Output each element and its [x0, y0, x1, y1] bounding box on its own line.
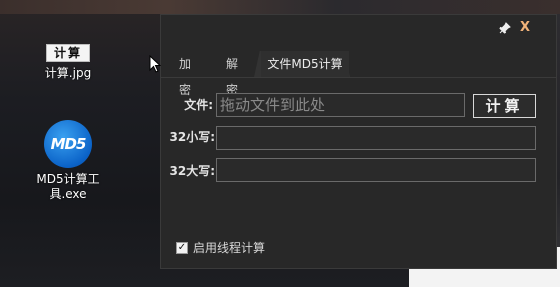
thread-checkbox-label: 启用线程计算 — [193, 241, 266, 255]
pin-icon[interactable] — [498, 22, 512, 36]
desktop-icon-label: 计算.jpg — [44, 66, 92, 80]
file-drop-field[interactable]: 拖动文件到此处 — [216, 93, 465, 117]
uppercase-md5-field[interactable] — [216, 158, 536, 182]
close-button[interactable]: X — [518, 20, 532, 36]
desktop-icon-md5-exe[interactable]: MD5 MD5计算工 具.exe — [25, 120, 111, 202]
desktop-icon-label-line1: MD5计算工 — [36, 172, 100, 186]
lowercase-label: 32小写: — [169, 130, 216, 144]
calculate-button[interactable]: 计算 — [473, 94, 536, 118]
md5-tool-window: X 加密 解密 文件MD5计算 文件: 拖动文件到此处 计算 32小写: 32大… — [160, 14, 557, 269]
desktop-top-strip — [0, 0, 560, 14]
file-label: 文件: — [184, 98, 213, 112]
uppercase-label: 32大写: — [169, 164, 216, 178]
tab-divider — [161, 77, 556, 78]
desktop-icon-calc-jpg[interactable]: 计算 计算.jpg — [33, 40, 103, 81]
mouse-cursor-icon — [149, 55, 161, 73]
tab-encrypt[interactable]: 加密 — [171, 51, 199, 97]
lowercase-md5-field[interactable] — [216, 126, 536, 150]
tab-decrypt[interactable]: 解密 — [218, 51, 246, 97]
md5-app-icon: MD5 — [44, 120, 92, 168]
title-bar[interactable]: X — [161, 15, 556, 43]
tab-file-md5[interactable]: 文件MD5计算 — [261, 51, 349, 77]
desktop-icon-label-line2: 具.exe — [49, 187, 87, 201]
thread-checkbox[interactable]: ✓ — [176, 242, 188, 254]
image-thumbnail-icon: 计算 — [46, 44, 90, 62]
